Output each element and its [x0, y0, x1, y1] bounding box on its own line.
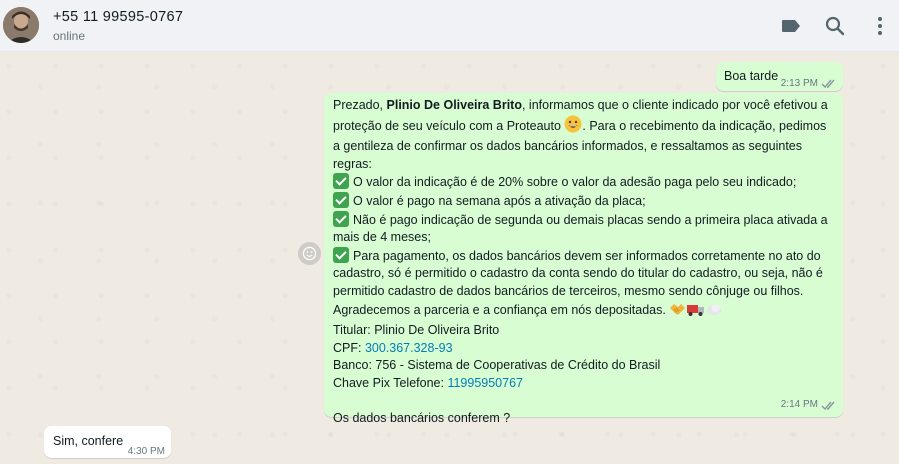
message-line: proteção de seu veículo com a Proteauto …	[333, 115, 839, 139]
message-time: 4:30 PM	[127, 446, 165, 457]
rule-line: O valor é pago na semana após a ativação…	[333, 191, 839, 211]
rule-line: Não é pago indicação de segunda ou demai…	[333, 210, 839, 230]
contact-name[interactable]: +55 11 99595-0767	[53, 9, 183, 25]
message-time: 2:13 PM	[780, 78, 818, 89]
message-meta: 2:13 PM	[781, 75, 837, 93]
message-text: Sim, confere	[53, 434, 124, 448]
pix-phone-link[interactable]: 11995950767	[447, 376, 523, 390]
search-icon[interactable]	[823, 14, 847, 38]
react-emoji-button[interactable]	[298, 242, 321, 265]
message-text: CPF:	[333, 340, 365, 355]
message-line: permitido cadastro de dados bancários de…	[333, 283, 804, 298]
rule-line: Para pagamento, os dados bancários devem…	[333, 246, 839, 266]
message-text: proteção de seu veículo com a Proteauto	[333, 118, 565, 133]
cloud-emoji-icon	[705, 301, 723, 323]
rule-line: O valor da indicação é de 20% sobre o va…	[333, 173, 839, 192]
message-bubble-incoming[interactable]: Sim, confere 4:30 PM	[44, 426, 171, 458]
message-text: O valor da indicação é de 20% sobre o va…	[353, 175, 797, 190]
cpf-link[interactable]: 300.367.328-93	[365, 341, 453, 355]
grinning-face-emoji-icon	[564, 115, 582, 139]
message-line: a gentileza de confirmar os dados bancár…	[333, 139, 803, 154]
bold-name: Plinio De Oliveira Brito	[386, 98, 522, 112]
message-text: Não é pago indicação de segunda ou demai…	[353, 212, 828, 227]
message-meta: 4:30 PM	[128, 443, 165, 461]
message-text: Agradecemos a parceria e a confiança em …	[333, 302, 666, 317]
chat-area[interactable]: Boa tarde 2:13 PM Prezado, Plinio De Oli…	[0, 52, 899, 464]
message-line: Banco: 756 - Sistema de Cooperativas de …	[333, 358, 661, 373]
message-line: regras:	[333, 156, 372, 171]
contact-status: online	[53, 29, 86, 43]
label-icon[interactable]	[779, 14, 803, 38]
message-text: Chave Pix Telefone:	[333, 375, 448, 390]
read-ticks-icon	[821, 78, 837, 89]
message-bubble-outgoing[interactable]: Boa tarde 2:13 PM	[716, 62, 843, 91]
check-mark-emoji-icon	[333, 246, 349, 263]
truck-emoji-icon	[686, 301, 705, 323]
check-mark-emoji-icon	[333, 191, 349, 208]
contact-avatar[interactable]	[3, 7, 39, 43]
message-bubble-outgoing[interactable]: Prezado, Plinio De Oliveira Brito, infor…	[324, 93, 843, 425]
message-meta: 2:14 PM	[781, 396, 837, 414]
handshake-emoji-icon	[669, 301, 686, 323]
message-time: 2:14 PM	[780, 399, 818, 411]
message-line: Titular: Plinio De Oliveira Brito	[333, 323, 500, 338]
message-text: Boa tarde	[724, 69, 779, 83]
message-line: Prezado, Plinio De Oliveira Brito, infor…	[333, 97, 839, 115]
message-line: Os dados bancários conferem ?	[333, 411, 511, 426]
message-line: Agradecemos a parceria e a confiança em …	[333, 301, 839, 323]
message-line: mais de 4 meses;	[333, 230, 431, 245]
message-text: , informamos que o cliente indicado por …	[521, 98, 828, 112]
message-line: CPF: 300.367.328-93	[333, 340, 839, 358]
check-mark-emoji-icon	[333, 210, 349, 227]
chat-header: +55 11 99595-0767 online	[0, 0, 899, 52]
message-line: cadastro, só é permitido o cadastro da c…	[333, 266, 823, 281]
read-ticks-icon	[821, 400, 837, 411]
message-line: Chave Pix Telefone: 11995950767	[333, 375, 839, 393]
check-mark-emoji-icon	[333, 173, 349, 190]
menu-icon[interactable]	[868, 14, 892, 38]
message-text: . Para o recebimento da indicação, pedim…	[582, 118, 827, 133]
message-body: Prezado, Plinio De Oliveira Brito, infor…	[333, 97, 839, 428]
message-text: O valor é pago na semana após a ativação…	[353, 193, 646, 208]
message-text: Prezado,	[333, 98, 387, 112]
message-text: Para pagamento, os dados bancários devem…	[353, 248, 821, 263]
